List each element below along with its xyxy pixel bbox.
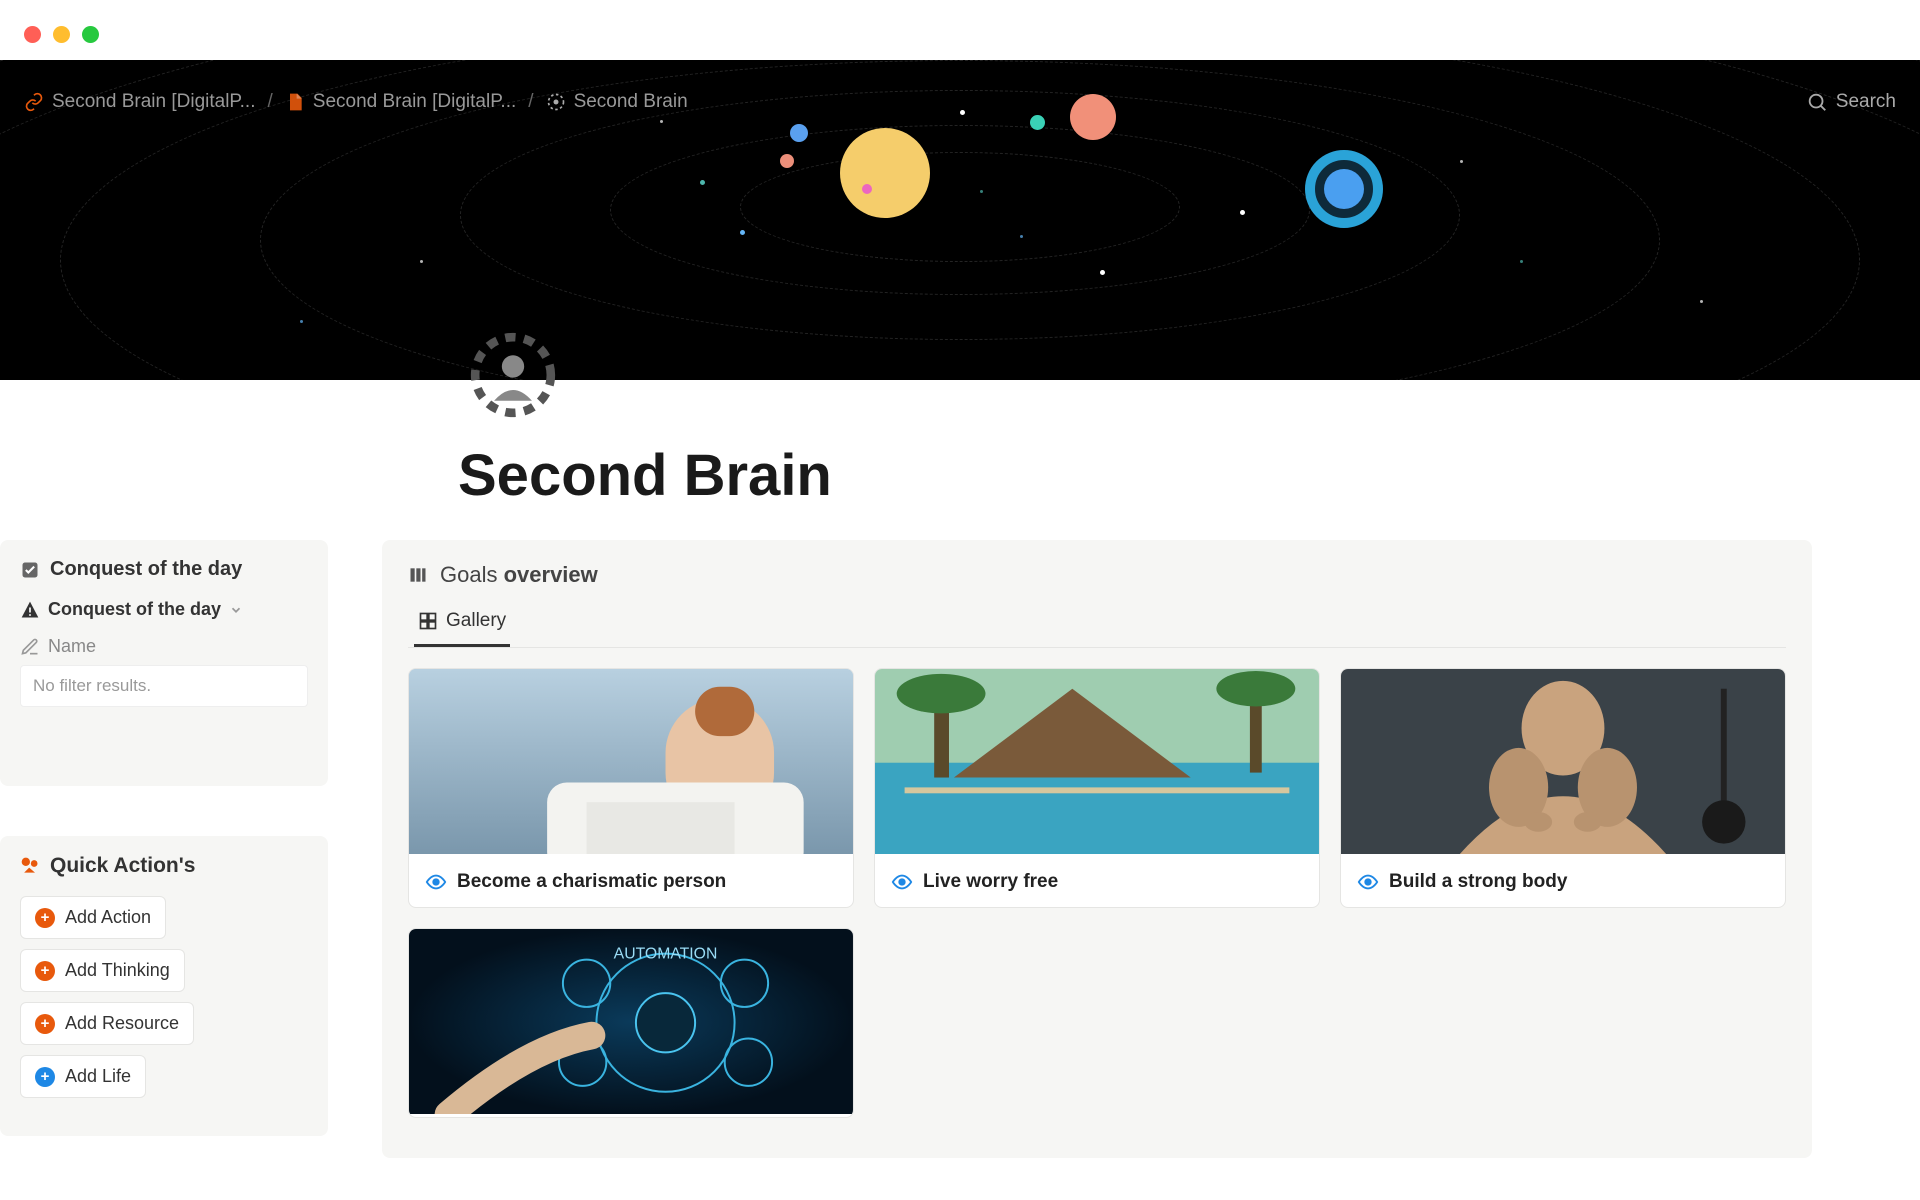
conquest-card: Conquest of the day Conquest of the day … (0, 540, 328, 786)
eye-icon (425, 871, 447, 893)
window-controls (24, 26, 99, 43)
tab-label: Gallery (446, 610, 506, 632)
quick-action-add-resource[interactable]: + Add Resource (20, 1002, 194, 1045)
breadcrumb-separator: / (528, 91, 533, 113)
page-icon (285, 92, 305, 112)
link-icon (24, 92, 44, 112)
window-maximize-button[interactable] (82, 26, 99, 43)
warning-icon (20, 600, 40, 620)
plus-circle-icon: + (35, 908, 55, 928)
chevron-down-icon (229, 603, 243, 617)
quick-action-add-life[interactable]: + Add Life (20, 1055, 146, 1098)
goals-overview-panel: Goals overview Gallery Become a charisma… (382, 540, 1812, 1158)
conquest-empty-state: No filter results. (20, 665, 308, 707)
view-tabs: Gallery (408, 610, 1786, 648)
quick-actions-card: Quick Action's +Add Action+Add Thinking+… (0, 836, 328, 1136)
edit-icon (20, 637, 40, 657)
breadcrumb-item-3[interactable]: Second Brain (546, 91, 688, 113)
plus-circle-icon: + (35, 961, 55, 981)
goal-card-body: Live worry free (875, 857, 1319, 907)
window-minimize-button[interactable] (53, 26, 70, 43)
eye-icon (891, 871, 913, 893)
goal-card[interactable]: Live worry free (874, 668, 1320, 908)
goal-card-body: Become a charismatic person (409, 857, 853, 907)
page-title: Second Brain (458, 442, 832, 509)
target-icon (546, 92, 566, 112)
conquest-view-select[interactable]: Conquest of the day (20, 599, 308, 620)
top-bar: Second Brain [DigitalP... / Second Brain… (0, 82, 1920, 122)
window-close-button[interactable] (24, 26, 41, 43)
breadcrumb-separator: / (268, 91, 273, 113)
search-button[interactable]: Search (1806, 91, 1896, 113)
goal-card-image (1341, 669, 1785, 857)
search-icon (1806, 91, 1828, 113)
goals-title-strong: overview (504, 562, 598, 587)
quick-action-add-thinking[interactable]: + Add Thinking (20, 949, 185, 992)
goal-card-image (875, 669, 1319, 857)
goals-title-prefix: Goals (440, 562, 504, 587)
search-label: Search (1836, 91, 1896, 113)
quick-action-label: Add Thinking (65, 960, 170, 981)
goals-heading: Goals overview (408, 562, 1786, 588)
quick-actions-title: Quick Action's (50, 854, 195, 878)
conquest-title: Conquest of the day (50, 558, 242, 581)
quick-action-add-action[interactable]: + Add Action (20, 896, 166, 939)
plus-circle-icon: + (35, 1014, 55, 1034)
goal-card-image (409, 669, 853, 857)
goal-card[interactable]: Build a strong body (1340, 668, 1786, 908)
column-name-label: Name (48, 636, 96, 657)
page-emoji-icon[interactable] (470, 332, 556, 418)
gallery-icon (418, 611, 438, 631)
breadcrumb: Second Brain [DigitalP... / Second Brain… (24, 91, 688, 113)
goal-card-body: Build a strong body (1341, 857, 1785, 907)
tab-gallery[interactable]: Gallery (414, 610, 510, 647)
dashed-person-icon (470, 332, 556, 418)
conquest-view-label: Conquest of the day (48, 599, 221, 620)
breadcrumb-item-1[interactable]: Second Brain [DigitalP... (24, 91, 256, 113)
quick-action-label: Add Action (65, 907, 151, 928)
goal-card-label: Live worry free (923, 871, 1058, 893)
quick-actions-icon (20, 856, 40, 876)
breadcrumb-label: Second Brain [DigitalP... (52, 91, 256, 113)
plus-circle-icon: + (35, 1067, 55, 1087)
goal-card-label: Build a strong body (1389, 871, 1567, 893)
quick-action-label: Add Resource (65, 1013, 179, 1034)
goal-card-image: AUTOMATION (409, 929, 853, 1117)
eye-icon (1357, 871, 1379, 893)
goal-card-label: Become a charismatic person (457, 871, 726, 893)
conquest-column-header[interactable]: Name (20, 636, 308, 657)
quick-action-label: Add Life (65, 1066, 131, 1087)
goal-card[interactable]: AUTOMATION (408, 928, 854, 1118)
goal-card[interactable]: Become a charismatic person (408, 668, 854, 908)
breadcrumb-item-2[interactable]: Second Brain [DigitalP... (285, 91, 517, 113)
breadcrumb-label: Second Brain [DigitalP... (313, 91, 517, 113)
checkbox-icon (20, 560, 40, 580)
svg-text:AUTOMATION: AUTOMATION (614, 946, 718, 963)
board-icon (408, 565, 428, 585)
breadcrumb-label: Second Brain (574, 91, 688, 113)
